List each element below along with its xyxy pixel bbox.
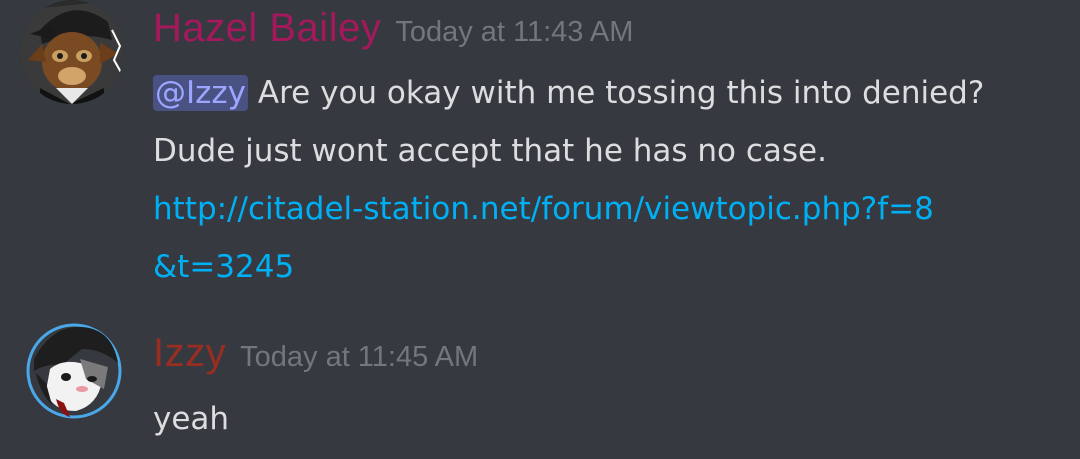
- message-link-continued[interactable]: &t=3245: [153, 238, 1053, 296]
- user-mention[interactable]: @Izzy: [153, 75, 249, 111]
- message-group: Hazel Bailey Today at 11:43 AM @Izzy Are …: [0, 0, 1080, 300]
- message-text: Are you okay with me tossing this into d…: [248, 75, 985, 111]
- message-header: Izzy Today at 11:45 AM: [153, 331, 478, 376]
- message-text-line: Dude just wont accept that he has no cas…: [153, 133, 827, 169]
- avatar-izzy-image: [22, 319, 126, 423]
- message-text-line: @Izzy Are you okay with me tossing this …: [153, 64, 1053, 122]
- avatar-izzy-icon[interactable]: [22, 319, 126, 423]
- timestamp[interactable]: Today at 11:45 AM: [240, 341, 478, 373]
- message-content: @Izzy Are you okay with me tossing this …: [153, 64, 1053, 296]
- username[interactable]: Izzy: [153, 331, 226, 375]
- message-header: Hazel Bailey Today at 11:43 AM: [153, 6, 633, 51]
- message-text: yeah: [153, 401, 230, 437]
- timestamp[interactable]: Today at 11:43 AM: [395, 16, 633, 48]
- message-link[interactable]: http://citadel-station.net/forum/viewtop…: [153, 180, 1053, 238]
- avatar-hazel-image: [20, 0, 124, 104]
- chat-messages: Hazel Bailey Today at 11:43 AM @Izzy Are …: [0, 0, 1080, 459]
- avatar-hazel-icon[interactable]: [20, 0, 124, 104]
- message-content: yeah: [153, 390, 1053, 448]
- message-group: Izzy Today at 11:45 AM yeah: [0, 310, 1080, 459]
- username[interactable]: Hazel Bailey: [153, 6, 381, 50]
